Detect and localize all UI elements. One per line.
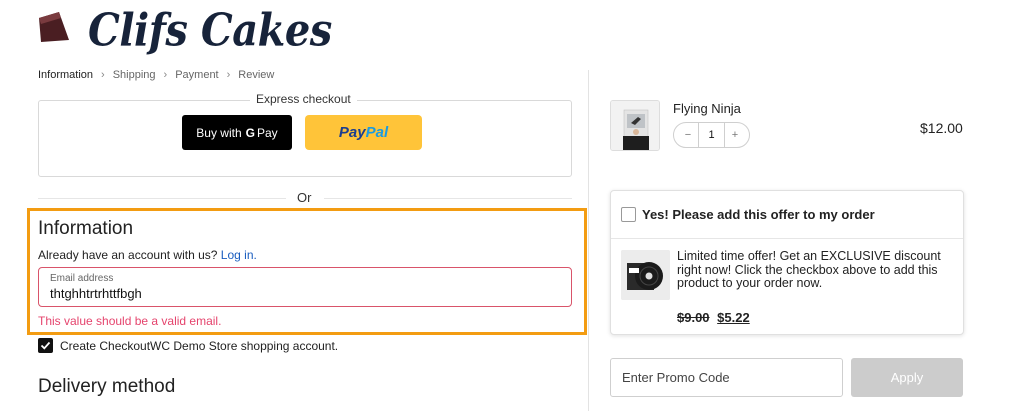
- offer-divider: [611, 238, 963, 239]
- delivery-method-title: Delivery method: [38, 376, 176, 397]
- email-field-value[interactable]: thtghhtrtrhttfbgh: [50, 286, 142, 301]
- account-prompt: Already have an account with us? Log in.: [38, 248, 257, 262]
- offer-price: $9.00 $5.22: [677, 310, 750, 325]
- or-divider-label: Or: [297, 190, 312, 205]
- product-price: $12.00: [920, 120, 963, 136]
- ninja-poster-image: [611, 101, 659, 150]
- or-divider-right: [324, 198, 572, 199]
- create-account-checkbox[interactable]: [38, 338, 53, 353]
- breadcrumb-review[interactable]: Review: [238, 69, 274, 81]
- offer-product-thumbnail: [621, 250, 670, 300]
- email-field-label: Email address: [50, 273, 114, 284]
- paypal-button[interactable]: Pay Pal: [305, 115, 422, 150]
- quantity-stepper: − 1 +: [673, 122, 750, 148]
- or-divider-left: [38, 198, 286, 199]
- vinyl-album-image: [621, 250, 670, 300]
- offer-new-price: $5.22: [717, 310, 750, 325]
- cake-slice-icon: [39, 12, 69, 42]
- email-error-message: This value should be a valid email.: [38, 314, 222, 328]
- quantity-value[interactable]: 1: [698, 123, 725, 147]
- offer-checkbox[interactable]: [621, 207, 636, 222]
- account-prompt-text: Already have an account with us?: [38, 248, 218, 262]
- quantity-decrease-button[interactable]: −: [678, 129, 698, 141]
- breadcrumb-information[interactable]: Information: [38, 69, 93, 81]
- information-title: Information: [38, 218, 134, 239]
- offer-old-price: $9.00: [677, 310, 710, 325]
- product-thumbnail: [610, 100, 660, 151]
- google-pay-button[interactable]: Buy with G Pay: [182, 115, 292, 150]
- product-name: Flying Ninja: [673, 101, 741, 116]
- chevron-right-icon: ›: [101, 69, 105, 81]
- checkmark-icon: [40, 341, 51, 350]
- gpay-suffix: Pay: [257, 125, 278, 140]
- chevron-right-icon: ›: [226, 69, 231, 81]
- login-link[interactable]: Log in.: [221, 248, 257, 262]
- breadcrumb-shipping[interactable]: Shipping: [113, 69, 156, 81]
- google-g-icon: G: [245, 125, 255, 140]
- offer-heading[interactable]: Yes! Please add this offer to my order: [642, 207, 875, 222]
- express-checkout-legend: Express checkout: [250, 92, 357, 106]
- paypal-logo-part2: Pal: [365, 124, 389, 141]
- column-divider: [588, 70, 589, 411]
- breadcrumb: Information › Shipping › Payment › Revie…: [38, 69, 274, 81]
- paypal-logo-part1: Pay: [338, 124, 366, 141]
- apply-promo-button[interactable]: Apply: [851, 358, 963, 397]
- offer-description: Limited time offer! Get an EXCLUSIVE dis…: [677, 249, 941, 290]
- breadcrumb-payment[interactable]: Payment: [175, 69, 218, 81]
- create-account-label[interactable]: Create CheckoutWC Demo Store shopping ac…: [60, 339, 338, 353]
- promo-code-input[interactable]: [610, 358, 843, 397]
- brand-logo[interactable]: Clifs Cakes: [88, 4, 332, 57]
- gpay-prefix: Buy with: [196, 125, 242, 140]
- chevron-right-icon: ›: [163, 69, 168, 81]
- quantity-increase-button[interactable]: +: [725, 129, 745, 141]
